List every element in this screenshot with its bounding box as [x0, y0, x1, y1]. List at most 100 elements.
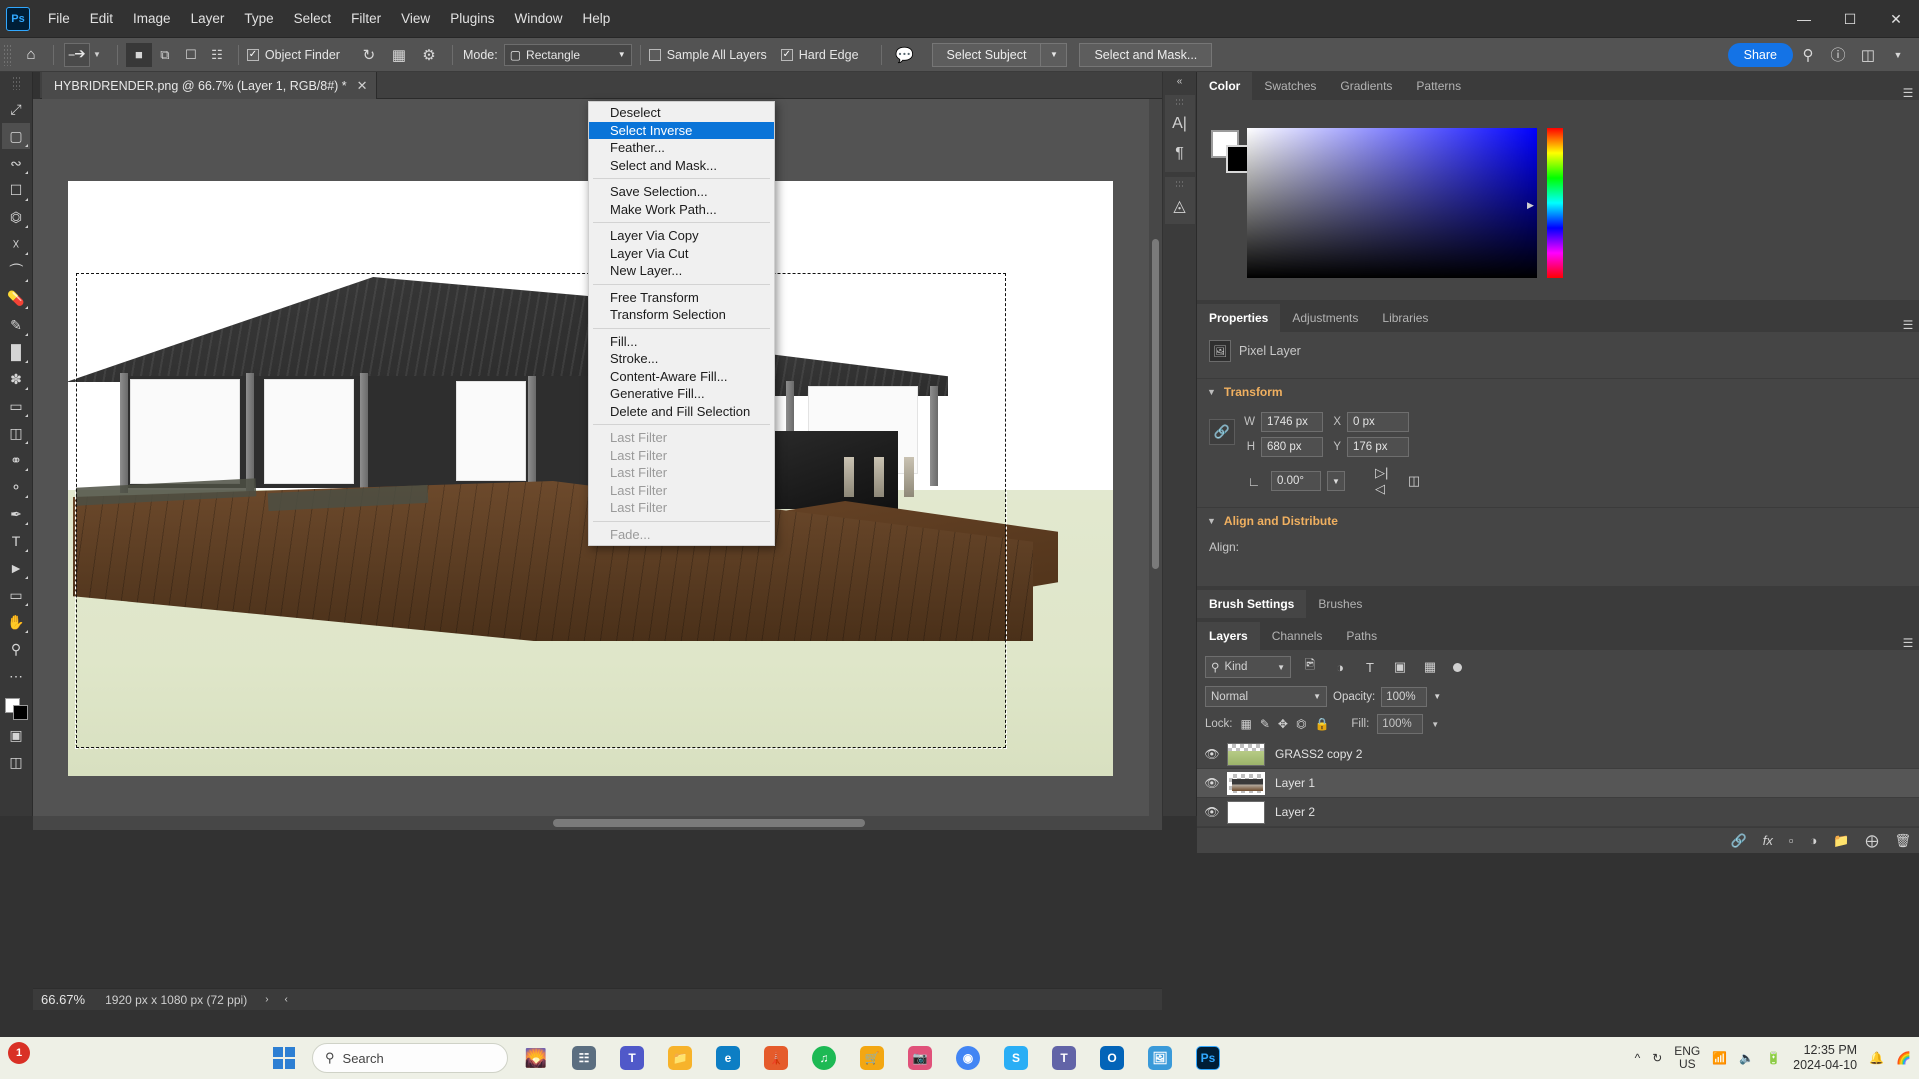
panel-menu-icon[interactable]: ☰ — [1897, 318, 1919, 332]
chevron-down-icon[interactable]: ▼ — [1883, 50, 1913, 60]
menu-view[interactable]: View — [391, 6, 440, 31]
menu-item-delete-and-fill-selection[interactable]: Delete and Fill Selection — [589, 403, 774, 421]
share-button[interactable]: Share — [1727, 42, 1793, 67]
eyedropper-tool[interactable]: ⏜ — [2, 258, 30, 284]
menu-item-make-work-path[interactable]: Make Work Path... — [589, 201, 774, 219]
tab-brush-settings[interactable]: Brush Settings — [1197, 590, 1307, 618]
new-layer-icon[interactable]: ⨁ — [1865, 833, 1878, 849]
panel-menu-icon[interactable]: ☰ — [1897, 86, 1919, 100]
layer-filter-kind-select[interactable]: ⚲ Kind ▼ — [1205, 656, 1291, 678]
battery-icon[interactable]: 🔋 — [1766, 1051, 1781, 1065]
brush-tool[interactable]: ✎ — [2, 312, 30, 338]
angle-dropdown[interactable]: ▼ — [1327, 471, 1345, 491]
refresh-icon[interactable]: ↻ — [354, 46, 384, 64]
fill-dropdown-icon[interactable]: ▼ — [1431, 720, 1439, 729]
mode-select[interactable]: ▢ Rectangle ▼ — [503, 43, 632, 66]
sample-all-layers-checkbox[interactable]: Sample All Layers — [648, 48, 767, 62]
object-selection-tool[interactable]: ☐ — [2, 177, 30, 203]
menu-window[interactable]: Window — [504, 6, 572, 31]
tool-preset-picker[interactable]: ⎯➔ ▼ — [62, 42, 109, 67]
menu-item-content-aware-fill[interactable]: Content-Aware Fill... — [589, 368, 774, 386]
language-indicator[interactable]: ENG US — [1674, 1045, 1700, 1071]
panel-menu-icon[interactable]: ☰ — [1897, 636, 1919, 650]
background-color-swatch[interactable] — [13, 705, 28, 720]
teams-icon[interactable]: T — [612, 1037, 652, 1079]
filter-adjustment-icon[interactable]: ◑ — [1329, 660, 1351, 675]
menu-layer[interactable]: Layer — [181, 6, 235, 31]
y-field[interactable]: 176 px — [1347, 437, 1409, 457]
tab-patterns[interactable]: Patterns — [1404, 72, 1474, 100]
lock-image-pixels-icon[interactable]: ✎ — [1260, 717, 1270, 731]
workspace-icon[interactable]: ◫ — [1853, 46, 1883, 64]
pen-tool[interactable]: ✒ — [2, 501, 30, 527]
menu-edit[interactable]: Edit — [80, 6, 123, 31]
show-overlay-icon[interactable]: ▦ — [384, 46, 414, 64]
task-view-icon[interactable]: ☷ — [564, 1037, 604, 1079]
table-row[interactable]: 👁 Layer 1 — [1197, 769, 1919, 798]
canvas-vertical-scrollbar[interactable] — [1149, 99, 1162, 816]
object-finder-checkbox[interactable]: ✓ Object Finder — [246, 48, 340, 62]
3d-panel-icon[interactable]: ◬ — [1166, 191, 1194, 221]
tab-brushes[interactable]: Brushes — [1306, 590, 1375, 618]
move-tool[interactable]: ⤢ — [2, 96, 30, 122]
rectangular-marquee-tool[interactable]: ▢ — [2, 123, 30, 149]
color-field[interactable] — [1247, 128, 1537, 278]
wifi-icon[interactable]: 📶 — [1712, 1051, 1727, 1065]
hue-slider[interactable] — [1547, 128, 1563, 278]
layer-name[interactable]: GRASS2 copy 2 — [1275, 747, 1362, 761]
menu-item-select-inverse[interactable]: Select Inverse — [589, 121, 774, 139]
tab-adjustments[interactable]: Adjustments — [1280, 304, 1371, 332]
filter-pixel-icon[interactable]: 🖻 — [1299, 656, 1321, 678]
notification-bell-icon[interactable]: 🔔 — [1869, 1051, 1884, 1065]
fill-field[interactable]: 100% — [1377, 714, 1424, 734]
gradient-tool[interactable]: ◫ — [2, 420, 30, 446]
opacity-dropdown-icon[interactable]: ▼ — [1433, 692, 1441, 701]
menu-item-fill[interactable]: Fill... — [589, 333, 774, 351]
close-button[interactable]: ✕ — [1873, 0, 1919, 38]
layer-visibility-toggle[interactable]: 👁 — [1197, 747, 1227, 761]
edit-toolbar-tool[interactable]: ⋯ — [2, 663, 30, 689]
menu-file[interactable]: File — [38, 6, 80, 31]
path-selection-tool[interactable]: ► — [2, 555, 30, 581]
link-layers-icon[interactable]: 🔗 — [1731, 833, 1747, 849]
flip-horizontal-icon[interactable]: ▷|◁ — [1375, 465, 1397, 497]
document-tab[interactable]: HYBRIDRENDER.png @ 66.7% (Layer 1, RGB/8… — [42, 72, 377, 99]
hand-tool[interactable]: ✋ — [2, 609, 30, 635]
layer-visibility-toggle[interactable]: 👁 — [1197, 805, 1227, 819]
paragraph-panel-icon[interactable]: ¶ — [1166, 139, 1194, 169]
menu-item-stroke[interactable]: Stroke... — [589, 350, 774, 368]
character-panel-icon[interactable]: A| — [1166, 109, 1194, 139]
menu-select[interactable]: Select — [284, 6, 342, 31]
selection-context-menu[interactable]: Deselect Select Inverse Feather... Selec… — [588, 101, 775, 546]
tab-gradients[interactable]: Gradients — [1328, 72, 1405, 100]
add-to-selection-button[interactable]: ⧉ — [152, 43, 178, 67]
status-collapse-arrow[interactable]: ‹ — [277, 994, 296, 1005]
tab-paths[interactable]: Paths — [1334, 622, 1390, 650]
tab-layers[interactable]: Layers — [1197, 622, 1260, 650]
tab-libraries[interactable]: Libraries — [1370, 304, 1441, 332]
weather-icon[interactable]: 🌄 — [516, 1037, 556, 1079]
windows-start-icon[interactable] — [264, 1037, 304, 1079]
search-icon[interactable]: ⚲ — [1793, 46, 1823, 64]
status-expand-arrow[interactable]: › — [257, 994, 276, 1005]
home-icon[interactable]: ⌂ — [17, 46, 45, 63]
help-icon[interactable]: ⓘ — [1823, 44, 1853, 65]
chrome-icon[interactable]: ◉ — [948, 1037, 988, 1079]
tab-properties[interactable]: Properties — [1197, 304, 1281, 332]
feedback-icon[interactable]: 💬 — [890, 46, 920, 64]
quick-mask-icon[interactable]: ▣ — [2, 722, 30, 748]
file-explorer-icon[interactable]: 📁 — [660, 1037, 700, 1079]
toolbar-grip[interactable] — [11, 76, 21, 90]
onedrive-sync-icon[interactable]: ↻ — [1652, 1051, 1662, 1065]
menu-item-free-transform[interactable]: Free Transform — [589, 289, 774, 307]
options-bar-grip[interactable] — [3, 43, 13, 66]
filter-type-icon[interactable]: T — [1359, 660, 1381, 675]
copilot-icon[interactable]: 🌈 — [1896, 1051, 1911, 1065]
menu-image[interactable]: Image — [123, 6, 181, 31]
layer-mask-icon[interactable]: ▫ — [1789, 833, 1794, 848]
crop-tool[interactable]: ⏣ — [2, 204, 30, 230]
menu-item-deselect[interactable]: Deselect — [589, 104, 774, 122]
photoshop-icon[interactable]: Ps — [1188, 1037, 1228, 1079]
delete-layer-icon[interactable]: 🗑 — [1894, 833, 1911, 849]
frame-tool[interactable]: ☓ — [2, 231, 30, 257]
